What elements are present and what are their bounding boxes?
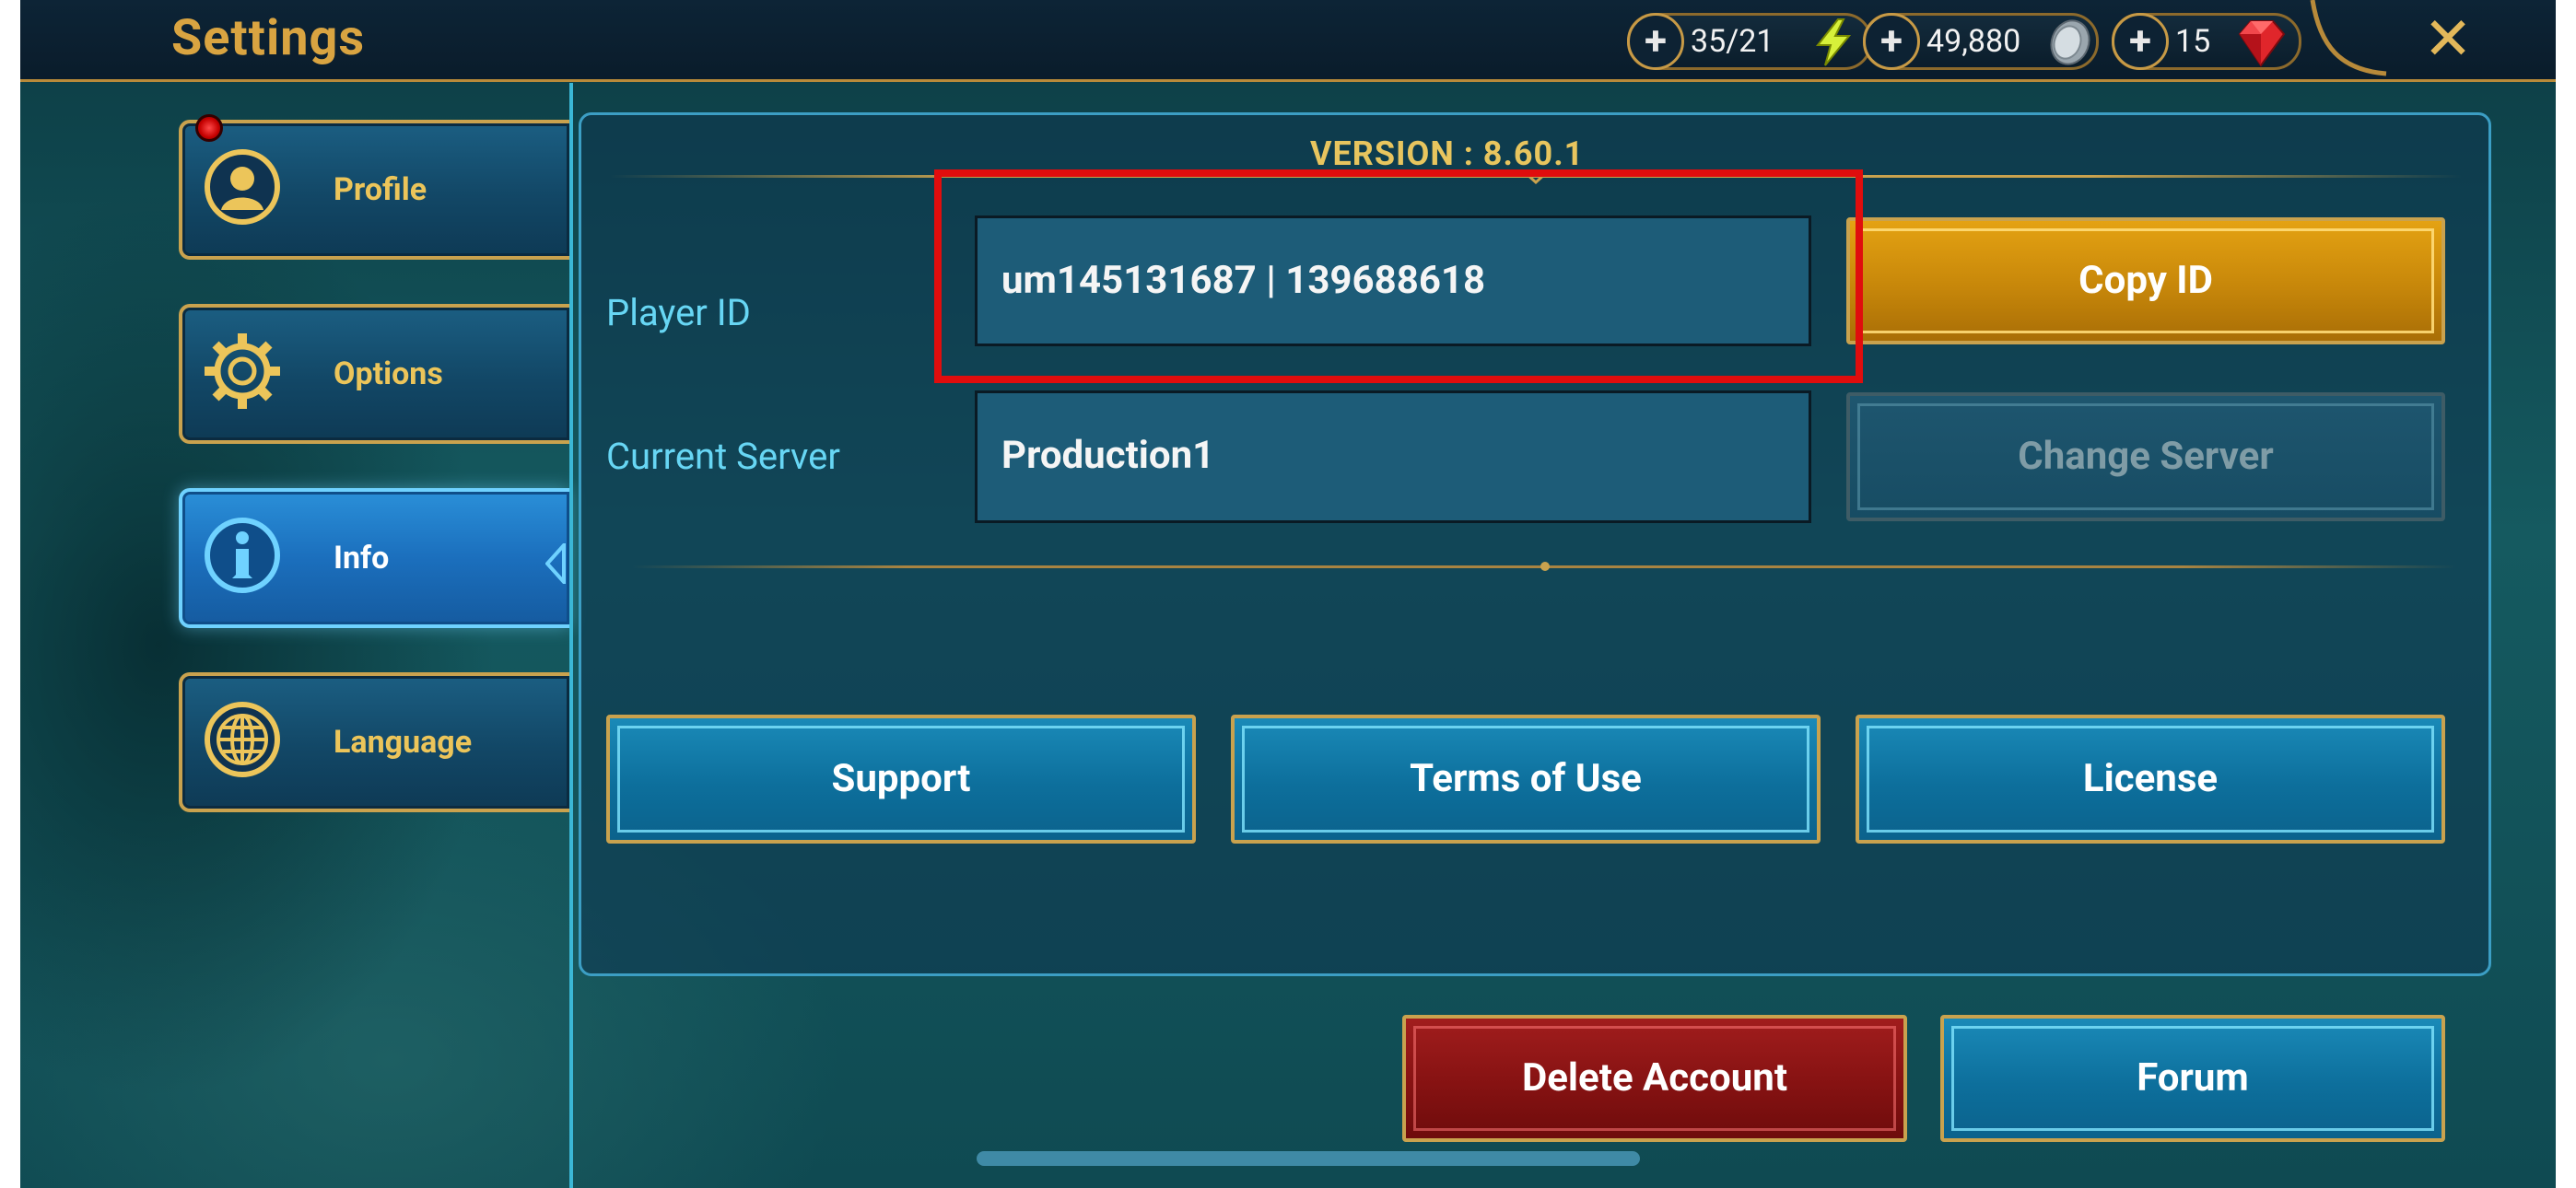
copy-id-button[interactable]: Copy ID <box>1846 217 2445 344</box>
terms-of-use-button[interactable]: Terms of Use <box>1231 715 1821 844</box>
active-arrow-icon <box>545 543 566 584</box>
energy-counter[interactable]: + 35/21 <box>1627 13 1872 70</box>
add-energy-button[interactable]: + <box>1627 13 1684 70</box>
delete-account-label: Delete Account <box>1521 1055 1788 1101</box>
sidebar-item-language[interactable]: Language <box>179 672 569 812</box>
sidebar-item-options[interactable]: Options <box>179 304 569 444</box>
forum-button[interactable]: Forum <box>1940 1015 2445 1142</box>
divider-dot-icon <box>1540 562 1550 571</box>
sidebar-item-label: Info <box>334 540 390 577</box>
silver-coin-icon <box>2050 19 2090 65</box>
gem-counter[interactable]: + 15 <box>2112 13 2301 70</box>
sidebar-item-label: Options <box>334 355 443 392</box>
delete-account-button[interactable]: Delete Account <box>1402 1015 1907 1142</box>
energy-value: 35/21 <box>1691 23 1774 60</box>
profile-icon <box>205 149 280 225</box>
sidebar-item-label: Language <box>334 724 473 761</box>
gem-value: 15 <box>2175 23 2211 60</box>
change-server-button[interactable]: Change Server <box>1846 392 2445 521</box>
add-gems-button[interactable]: + <box>2112 13 2169 70</box>
globe-icon <box>205 702 280 777</box>
copy-id-label: Copy ID <box>2078 258 2213 303</box>
player-id-highlight <box>934 169 1863 383</box>
version-text: VERSION : 8.60.1 <box>1310 134 1585 173</box>
sidebar-item-info[interactable]: Info <box>179 488 569 628</box>
gear-icon <box>205 333 280 409</box>
sidebar-item-profile[interactable]: Profile <box>179 120 569 260</box>
terms-of-use-label: Terms of Use <box>1410 756 1642 801</box>
corner-ornament-icon <box>2310 0 2387 76</box>
top-bar: Settings + 35/21 + 49,880 + 15 ✕ <box>20 0 2556 82</box>
change-server-label: Change Server <box>2018 434 2274 479</box>
license-label: License <box>2082 756 2219 801</box>
close-button[interactable]: ✕ <box>2416 7 2480 72</box>
game-screen: Settings + 35/21 + 49,880 + 15 ✕ Profile… <box>20 0 2556 1188</box>
license-button[interactable]: License <box>1856 715 2445 844</box>
player-id-label: Player ID <box>606 291 751 334</box>
support-label: Support <box>831 756 971 801</box>
add-silver-button[interactable]: + <box>1863 13 1920 70</box>
info-icon <box>205 518 280 593</box>
scroll-indicator[interactable] <box>977 1151 1640 1166</box>
current-server-label: Current Server <box>606 435 840 478</box>
sidebar-divider <box>569 83 573 1188</box>
silver-counter[interactable]: + 49,880 <box>1863 13 2099 70</box>
current-server-field[interactable]: Production1 <box>975 390 1811 523</box>
sidebar-item-label: Profile <box>334 171 427 208</box>
page-title: Settings <box>171 9 366 67</box>
forum-label: Forum <box>2137 1055 2249 1101</box>
notification-badge <box>195 114 223 142</box>
lightning-icon <box>1815 18 1852 66</box>
support-button[interactable]: Support <box>606 715 1196 844</box>
silver-value: 49,880 <box>1926 23 2021 60</box>
ruby-gem-icon <box>2238 20 2286 67</box>
